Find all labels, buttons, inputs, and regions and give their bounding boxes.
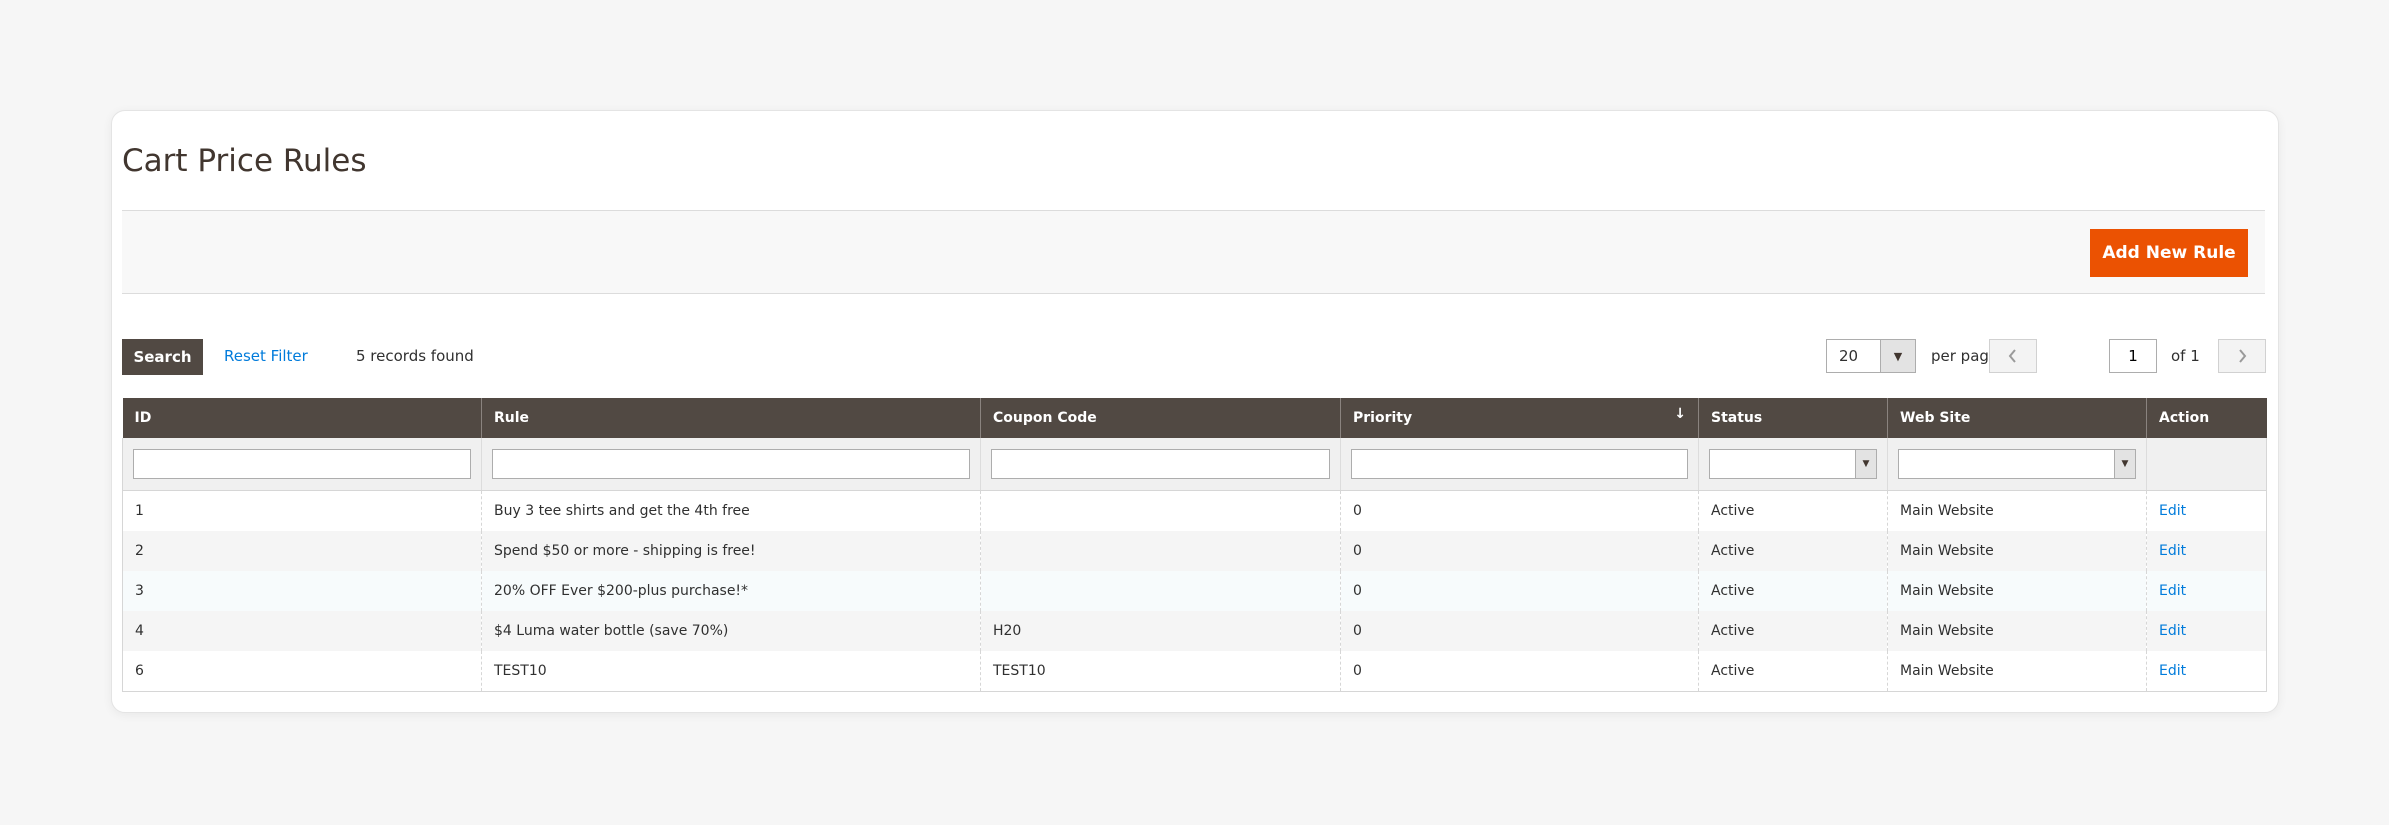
cell-status: Active [1698, 531, 1888, 571]
cell-id: 6 [122, 651, 482, 692]
page-count-label: of 1 [2171, 347, 2200, 365]
page-title: Cart Price Rules [122, 143, 367, 179]
table-row[interactable]: 2 Spend $50 or more - shipping is free! … [122, 531, 2267, 571]
cell-web-site: Main Website [1887, 651, 2147, 692]
per-page-select[interactable]: 20 ▼ [1826, 339, 1916, 373]
column-header-priority-label: Priority [1353, 410, 1413, 426]
current-page-input[interactable] [2109, 339, 2157, 373]
cell-priority: 0 [1340, 571, 1699, 611]
cell-priority: 0 [1340, 531, 1699, 571]
add-new-rule-button[interactable]: Add New Rule [2090, 229, 2248, 277]
previous-page-button[interactable] [1989, 339, 2037, 373]
chevron-left-icon [2008, 349, 2016, 363]
cell-action: Edit [2146, 651, 2267, 692]
filter-id-input[interactable] [133, 449, 471, 479]
filter-web-site-select[interactable]: ▼ [1898, 449, 2136, 479]
cell-coupon-code [980, 531, 1341, 571]
column-header-coupon-code[interactable]: Coupon Code [980, 398, 1341, 438]
next-page-button[interactable] [2218, 339, 2266, 373]
edit-link[interactable]: Edit [2159, 503, 2186, 519]
page-actions-bar: Add New Rule [122, 210, 2265, 294]
cell-web-site: Main Website [1887, 490, 2147, 531]
chevron-right-icon [2239, 349, 2247, 363]
cart-price-rules-grid: ID Rule Coupon Code Priority ↓ Status We… [122, 398, 2267, 692]
cell-priority: 0 [1340, 651, 1699, 692]
cell-status: Active [1698, 651, 1888, 692]
edit-link[interactable]: Edit [2159, 543, 2186, 559]
cell-status: Active [1698, 571, 1888, 611]
cell-priority: 0 [1340, 611, 1699, 651]
filter-action-empty [2146, 438, 2267, 491]
cell-status: Active [1698, 611, 1888, 651]
column-header-rule[interactable]: Rule [481, 398, 981, 438]
filter-rule-input[interactable] [492, 449, 970, 479]
cell-rule: $4 Luma water bottle (save 70%) [481, 611, 981, 651]
grid-filter-row: ▼ ▼ [122, 438, 2267, 491]
per-page-value: 20 [1839, 347, 1859, 365]
caret-down-icon[interactable]: ▼ [1880, 340, 1915, 372]
cell-priority: 0 [1340, 490, 1699, 531]
cell-coupon-code: TEST10 [980, 651, 1341, 692]
cell-rule: Buy 3 tee shirts and get the 4th free [481, 490, 981, 531]
table-row[interactable]: 6 TEST10 TEST10 0 Active Main Website Ed… [122, 651, 2267, 692]
table-row[interactable]: 4 $4 Luma water bottle (save 70%) H20 0 … [122, 611, 2267, 651]
cell-web-site: Main Website [1887, 531, 2147, 571]
cell-rule: Spend $50 or more - shipping is free! [481, 531, 981, 571]
cell-status: Active [1698, 490, 1888, 531]
cell-web-site: Main Website [1887, 571, 2147, 611]
cell-coupon-code [980, 571, 1341, 611]
cell-action: Edit [2146, 531, 2267, 571]
cell-rule: TEST10 [481, 651, 981, 692]
cell-id: 3 [122, 571, 482, 611]
column-header-id[interactable]: ID [122, 398, 482, 438]
filter-priority-input[interactable] [1351, 449, 1688, 479]
cell-id: 2 [122, 531, 482, 571]
edit-link[interactable]: Edit [2159, 663, 2186, 679]
main-panel: Cart Price Rules Add New Rule Search Res… [111, 110, 2279, 713]
filter-coupon-code-input[interactable] [991, 449, 1330, 479]
records-found-count: 5 records found [356, 347, 474, 365]
caret-down-icon: ▼ [1855, 450, 1876, 478]
cell-web-site: Main Website [1887, 611, 2147, 651]
cell-action: Edit [2146, 571, 2267, 611]
cell-rule: 20% OFF Ever $200-plus purchase!* [481, 571, 981, 611]
caret-down-icon: ▼ [2114, 450, 2135, 478]
cell-id: 4 [122, 611, 482, 651]
arrow-down-icon: ↓ [1674, 406, 1686, 422]
edit-link[interactable]: Edit [2159, 623, 2186, 639]
table-row[interactable]: 1 Buy 3 tee shirts and get the 4th free … [122, 490, 2267, 531]
column-header-status[interactable]: Status [1698, 398, 1888, 438]
search-button[interactable]: Search [122, 339, 203, 375]
cell-id: 1 [122, 490, 482, 531]
table-row[interactable]: 3 20% OFF Ever $200-plus purchase!* 0 Ac… [122, 571, 2267, 611]
reset-filter-link[interactable]: Reset Filter [224, 347, 308, 365]
filter-status-select[interactable]: ▼ [1709, 449, 1877, 479]
cell-action: Edit [2146, 611, 2267, 651]
cell-action: Edit [2146, 490, 2267, 531]
column-header-priority[interactable]: Priority ↓ [1340, 398, 1699, 438]
grid-header-row: ID Rule Coupon Code Priority ↓ Status We… [122, 398, 2267, 438]
cell-coupon-code: H20 [980, 611, 1341, 651]
cell-coupon-code [980, 490, 1341, 531]
edit-link[interactable]: Edit [2159, 583, 2186, 599]
column-header-web-site[interactable]: Web Site [1887, 398, 2147, 438]
column-header-action: Action [2146, 398, 2267, 438]
